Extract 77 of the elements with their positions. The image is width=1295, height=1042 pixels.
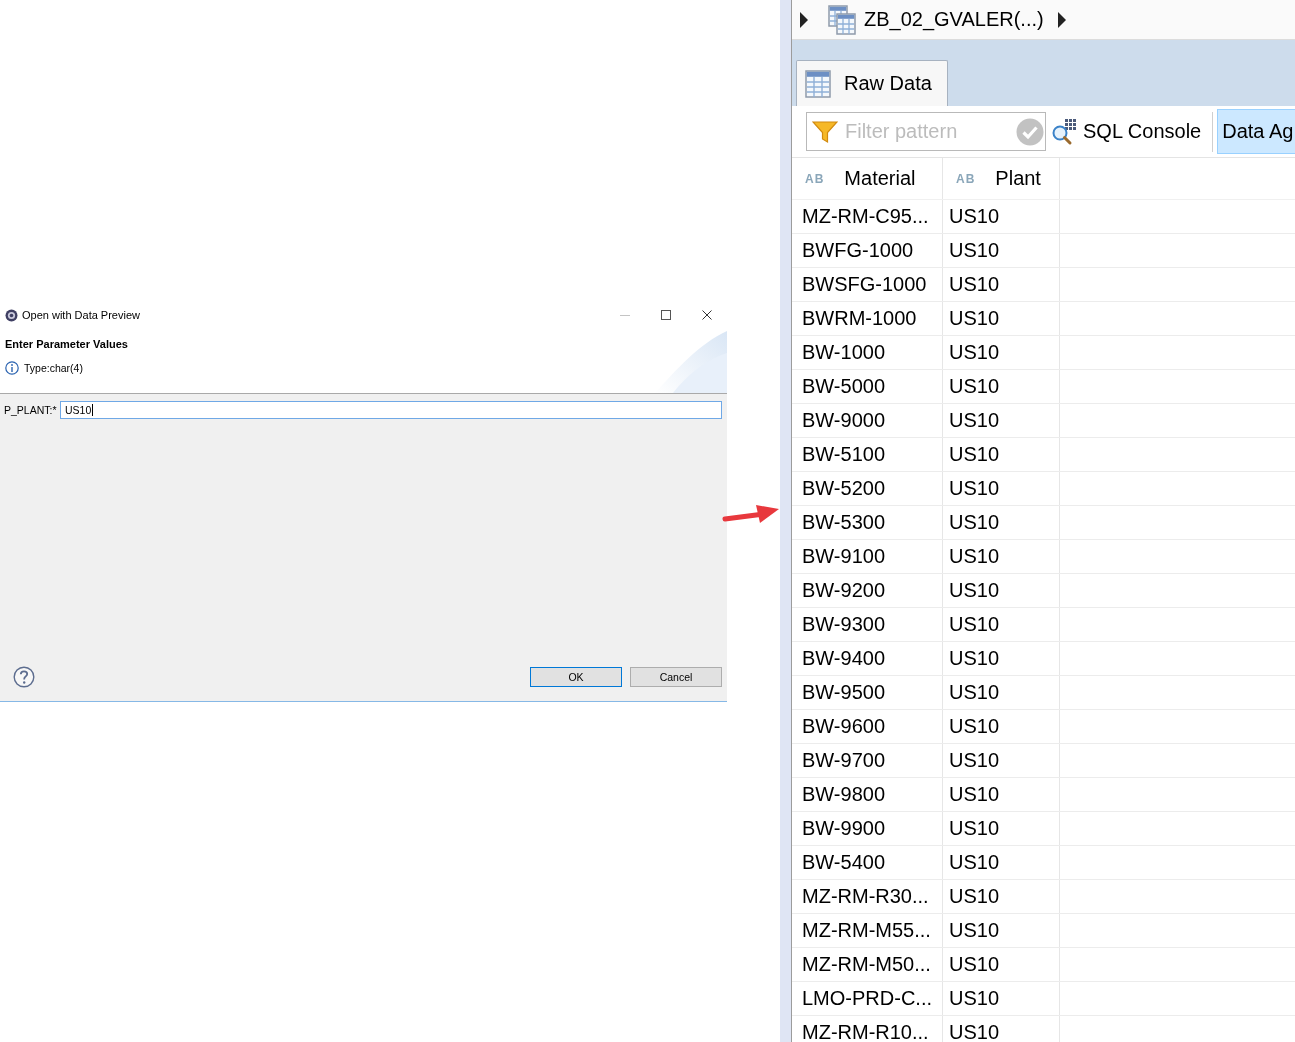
- table-cell: US10: [943, 778, 1060, 811]
- help-icon[interactable]: [13, 666, 35, 688]
- close-icon[interactable]: [702, 310, 712, 320]
- table-cell: BW-5400: [792, 846, 943, 879]
- table-cell: BW-9500: [792, 676, 943, 709]
- table-cell: BW-9900: [792, 812, 943, 845]
- table-cell: BW-1000: [792, 336, 943, 369]
- caret-right-icon[interactable]: [1057, 11, 1066, 28]
- table-cell: US10: [943, 574, 1060, 607]
- table-cell: US10: [943, 200, 1060, 233]
- table-cell: MZ-RM-R10...: [792, 1016, 943, 1042]
- parameter-label: P_PLANT:*: [4, 404, 58, 416]
- table-cell: US10: [943, 302, 1060, 335]
- table-cell: BWRM-1000: [792, 302, 943, 335]
- table-cell: MZ-RM-M50...: [792, 948, 943, 981]
- table-cell: BW-9600: [792, 710, 943, 743]
- table-cell: BW-9300: [792, 608, 943, 641]
- table-cell: US10: [943, 948, 1060, 981]
- table-icon: [828, 4, 856, 35]
- table-cell: US10: [943, 370, 1060, 403]
- column-header[interactable]: AB Material: [792, 158, 943, 199]
- toolbar-button[interactable]: Data Ag: [1217, 109, 1295, 154]
- table-cell: US10: [943, 982, 1060, 1015]
- table-cell: US10: [943, 608, 1060, 641]
- table-icon: [805, 69, 831, 98]
- funnel-icon: [812, 119, 838, 144]
- table-cell: US10: [943, 404, 1060, 437]
- info-icon: [5, 361, 19, 375]
- table-cell: MZ-RM-M55...: [792, 914, 943, 947]
- table-cell: BWFG-1000: [792, 234, 943, 267]
- check-circle-icon[interactable]: [1016, 117, 1044, 146]
- table-cell: BW-5000: [792, 370, 943, 403]
- table-cell: US10: [943, 744, 1060, 777]
- table-cell: US10: [943, 812, 1060, 845]
- table-cell: LMO-PRD-C...: [792, 982, 943, 1015]
- table-cell: US10: [943, 676, 1060, 709]
- type-label: AB: [805, 171, 825, 186]
- table-cell: US10: [943, 268, 1060, 301]
- table-cell: US10: [943, 472, 1060, 505]
- caret-right-icon[interactable]: [800, 11, 808, 28]
- maximize-icon[interactable]: [661, 310, 671, 320]
- type-label: AB: [956, 171, 976, 186]
- table-cell: US10: [943, 710, 1060, 743]
- table-cell: US10: [943, 914, 1060, 947]
- table-cell: BW-9000: [792, 404, 943, 437]
- info-message: Type:char(4): [24, 362, 83, 374]
- table-cell: US10: [943, 336, 1060, 369]
- table-cell: US10: [943, 642, 1060, 675]
- table-cell: BW-9200: [792, 574, 943, 607]
- table-cell: MZ-RM-C95...: [792, 200, 943, 233]
- table-cell: BW-9800: [792, 778, 943, 811]
- table-cell: BW-9700: [792, 744, 943, 777]
- table-cell: US10: [943, 234, 1060, 267]
- dialog-button[interactable]: Cancel: [630, 667, 722, 687]
- table-cell: BW-5300: [792, 506, 943, 539]
- table-cell: US10: [943, 846, 1060, 879]
- table-cell: BW-5200: [792, 472, 943, 505]
- app-icon: [5, 308, 18, 322]
- table-cell: BW-5100: [792, 438, 943, 471]
- table-cell: BW-9100: [792, 540, 943, 573]
- table-cell: US10: [943, 506, 1060, 539]
- breadcrumb-label[interactable]: ZB_02_GVALER(...): [864, 8, 1044, 31]
- table-cell: BWSFG-1000: [792, 268, 943, 301]
- parameter-input[interactable]: US10: [60, 401, 722, 419]
- editor-tab[interactable]: Raw Data: [796, 60, 948, 106]
- table-cell: BW-9400: [792, 642, 943, 675]
- table-cell: US10: [943, 880, 1060, 913]
- table-cell: US10: [943, 1016, 1060, 1042]
- toolbar-button[interactable]: SQL Console: [1046, 109, 1209, 154]
- dialog-title: Open with Data Preview: [22, 309, 140, 321]
- dialog-heading: Enter Parameter Values: [5, 337, 128, 351]
- magnifier-grid-icon: [1051, 117, 1077, 146]
- dialog-button[interactable]: OK: [530, 667, 622, 687]
- table-cell: US10: [943, 540, 1060, 573]
- table-cell: US10: [943, 438, 1060, 471]
- table-cell: MZ-RM-R30...: [792, 880, 943, 913]
- column-header[interactable]: AB Plant: [943, 158, 1060, 199]
